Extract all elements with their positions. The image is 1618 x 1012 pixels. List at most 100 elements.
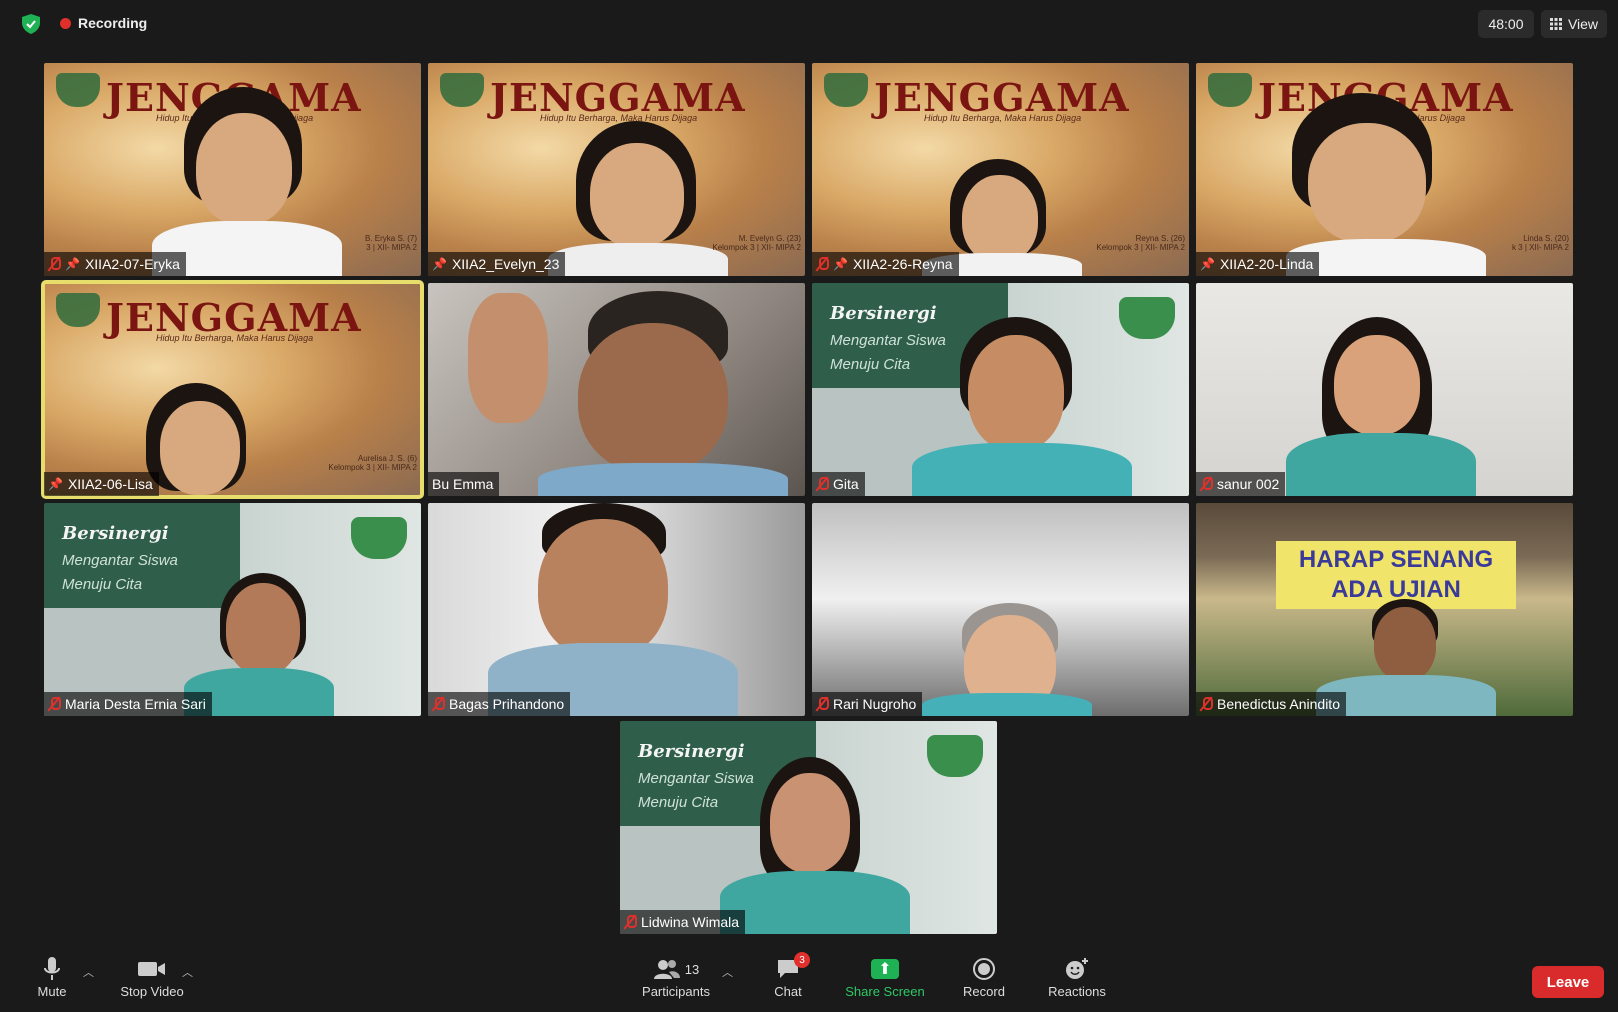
video-tile[interactable]: Bersinergi Mengantar Siswa Menuju Cita Gi… [812,283,1189,496]
video-tile[interactable]: JENGGAMA Hidup Itu Berharga, Maka Harus … [428,63,805,276]
participant-name-tag: 📌 XIIA2-26-Reyna [812,252,959,276]
school-emblem-icon [351,517,407,559]
mic-muted-icon [1200,477,1213,491]
video-tile[interactable]: Rari Nugroho [812,503,1189,716]
pin-icon: 📌 [432,257,447,271]
participant-name-tag: Rari Nugroho [812,692,923,716]
video-options-chevron-icon[interactable]: ︿ [182,964,193,980]
participant-face [196,113,292,225]
participant-shirt [538,463,788,496]
participant-name-tag: 📌 XIIA2-06-Lisa [44,472,159,496]
chat-button[interactable]: 3 Chat [766,952,810,999]
meeting-controls-toolbar: Mute ︿ Stop Video ︿ 13 Participants ︿ 3 … [0,952,1618,1012]
background-subtitle: Hidup Itu Berharga, Maka Harus Dijaga [924,113,1082,123]
video-tile-active-speaker[interactable]: JENGGAMA Hidup Itu Berharga, Maka Harus … [41,280,424,499]
participants-options-chevron-icon[interactable]: ︿ [722,964,733,980]
view-button[interactable]: View [1541,10,1607,38]
video-tile[interactable]: Bu Emma [428,283,805,496]
school-emblem-icon [824,73,868,107]
smiley-plus-icon [1064,954,1090,984]
mic-muted-icon [48,697,61,711]
video-tile[interactable]: JENGGAMA Hidup Itu Berharga, Maka Harus … [44,63,421,276]
chat-unread-badge: 3 [794,952,810,968]
meeting-timer: 48:00 [1478,10,1534,38]
share-screen-button[interactable]: ⬆ Share Screen [840,954,930,999]
background-title: Bersinergi [638,741,745,762]
participant-face [160,401,240,495]
participant-shirt [922,693,1092,716]
school-emblem-icon [440,73,484,107]
mic-muted-icon [816,697,829,711]
top-bar: Recording 48:00 View [0,0,1618,48]
recording-label: Recording [78,15,148,31]
participant-face [1308,123,1426,243]
mute-button[interactable]: Mute [32,954,72,999]
participant-name-tag: Gita [812,472,865,496]
video-tile[interactable]: JENGGAMA Hidup Itu Berharga, Maka Harus … [1196,63,1573,276]
name-caption: M. Evelyn G. (23) Kelompok 3 | XII- MIPA … [712,234,801,252]
participant-name-tag: Bu Emma [428,472,500,496]
video-tile[interactable]: Bersinergi Mengantar Siswa Menuju Cita Ma… [44,503,421,716]
video-camera-icon [137,954,167,984]
participant-name-tag: Lidwina Wimala [620,910,746,934]
participant-face [962,175,1038,263]
background-subtitle: Hidup Itu Berharga, Maka Harus Dijaga [540,113,698,123]
pin-icon: 📌 [1200,257,1215,271]
mic-muted-icon [48,257,61,271]
participant-shirt [912,443,1132,496]
name-caption: Reyna S. (26) Kelompok 3 | XII- MIPA 2 [1096,234,1185,252]
video-tile[interactable]: Bagas Prihandono [428,503,805,716]
share-screen-icon-wrap: ⬆ [871,954,899,984]
participants-count: 13 [684,961,700,977]
participant-shirt [720,871,910,934]
participant-name-tag: 📌 XIIA2-07-Eryka [44,252,186,276]
leave-button[interactable]: Leave [1532,966,1604,998]
participant-name-tag: 📌 XIIA2-20-Linda [1196,252,1320,276]
school-emblem-icon [56,73,100,107]
participants-button[interactable]: 13 Participants [636,954,716,999]
mic-muted-icon [816,257,829,271]
participant-shirt [1286,433,1476,496]
pin-icon: 📌 [48,477,63,491]
background-title: Bersinergi [62,523,169,544]
mic-muted-icon [624,915,637,929]
mic-muted-icon [1200,697,1213,711]
participant-face [538,519,668,659]
pin-icon: 📌 [65,257,80,271]
recording-indicator[interactable]: Recording [52,10,155,36]
mic-muted-icon [432,697,445,711]
reactions-button[interactable]: Reactions [1044,954,1110,999]
participants-icon-group: 13 [653,954,699,984]
participant-name-tag: sanur 002 [1196,472,1286,496]
view-label: View [1567,16,1599,32]
participant-face [578,323,728,473]
video-tile[interactable]: HARAP SENANG ADA UJIAN Benedictus Anindit… [1196,503,1573,716]
name-caption: B. Eryka S. (7) 3 | XII- MIPA 2 [364,234,417,252]
video-tile[interactable]: JENGGAMA Hidup Itu Berharga, Maka Harus … [812,63,1189,276]
grid-icon [1549,18,1562,30]
pin-icon: 📌 [833,257,848,271]
school-emblem-icon [927,735,983,777]
participant-face [1334,335,1420,435]
participant-name-tag: Maria Desta Ernia Sari [44,692,212,716]
participant-name-tag: 📌 XIIA2_Evelyn_23 [428,252,566,276]
participants-icon [653,960,680,979]
name-caption: Aurelisa J. S. (6) Kelompok 3 | XII- MIPA… [328,454,417,472]
audio-options-chevron-icon[interactable]: ︿ [83,964,94,980]
participant-face [226,583,300,675]
video-tile[interactable]: Bersinergi Mengantar Siswa Menuju Cita Li… [620,721,997,934]
record-button[interactable]: Record [958,954,1010,999]
stop-video-button[interactable]: Stop Video [114,954,190,999]
school-emblem-icon [1208,73,1252,107]
name-caption: Linda S. (20) k 3 | XII- MIPA 2 [1511,234,1569,252]
mic-muted-icon [816,477,829,491]
background-subtitle: Mengantar Siswa Menuju Cita [830,332,946,373]
microphone-icon [43,954,61,984]
participant-face [1374,607,1436,681]
video-tile[interactable]: sanur 002 [1196,283,1573,496]
school-emblem-icon [56,293,100,327]
share-screen-icon: ⬆ [871,959,899,979]
participant-hand [468,293,548,423]
security-shield-icon[interactable] [20,13,42,35]
participant-face [590,143,684,247]
